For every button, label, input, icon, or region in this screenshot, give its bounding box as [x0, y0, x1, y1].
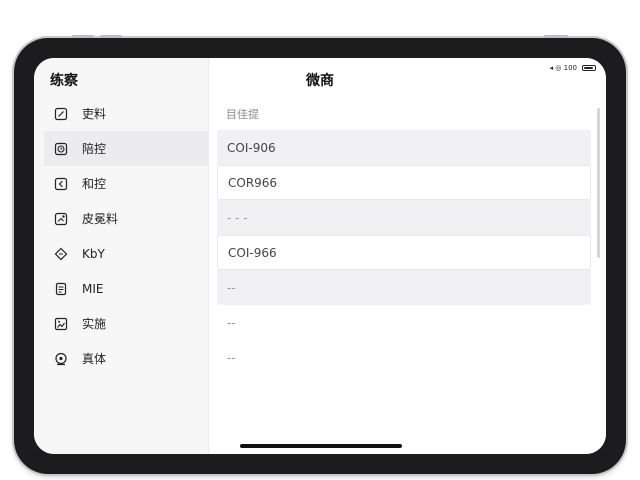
- status-indicators: ◂ ◎ 100: [549, 64, 577, 72]
- sidebar-item-label: KbY: [82, 246, 105, 261]
- sidebar-item-label: 吏料: [82, 107, 107, 121]
- value-list: COI-906 COR966 - - - COI-966 -- -- --: [217, 130, 591, 375]
- sidebar-item-5[interactable]: MIE: [44, 271, 208, 306]
- sidebar-item-label: MIE: [82, 281, 104, 296]
- tablet-screen: 练察 吏料 陪控 和控 皮冕料 KbY MIE 实施 真体 微商 目佳提 COI…: [34, 58, 606, 454]
- status-bar: ◂ ◎ 100: [550, 64, 596, 72]
- back-square-icon: [54, 177, 68, 191]
- list-item-value: --: [227, 315, 236, 330]
- list-item[interactable]: COI-906: [217, 130, 591, 165]
- image-frame-icon: [54, 317, 68, 331]
- sidebar-item-label: 和控: [82, 177, 107, 191]
- sidebar-item-label: 实施: [82, 317, 107, 331]
- sidebar-item-1[interactable]: 陪控: [44, 131, 208, 166]
- tag-edit-icon: [54, 212, 68, 226]
- list-item[interactable]: --: [217, 340, 591, 375]
- sidebar-item-label: 皮冕料: [82, 212, 119, 226]
- list-item[interactable]: --: [217, 305, 591, 340]
- volume-button: [72, 35, 94, 38]
- section-header: 目佳提: [226, 108, 259, 121]
- sidebar-item-7[interactable]: 真体: [44, 341, 208, 376]
- note-edit-icon: [54, 107, 68, 121]
- list-item[interactable]: - - -: [217, 200, 591, 235]
- sidebar-item-0[interactable]: 吏料: [44, 96, 208, 131]
- volume-button-2: [100, 35, 122, 38]
- sidebar: 练察 吏料 陪控 和控 皮冕料 KbY MIE 实施 真体: [34, 58, 209, 454]
- list-item-value: - - -: [227, 210, 248, 225]
- detail-pane: 微商 目佳提 COI-906 COR966 - - - COI-966 -- -…: [209, 58, 606, 454]
- diamond-icon: [54, 247, 68, 261]
- home-indicator[interactable]: [240, 444, 402, 448]
- list-item[interactable]: COI-966: [217, 235, 591, 270]
- clock-badge-icon: [54, 142, 68, 156]
- sidebar-list: 吏料 陪控 和控 皮冕料 KbY MIE 实施 真体: [44, 96, 208, 376]
- sidebar-item-2[interactable]: 和控: [44, 166, 208, 201]
- sidebar-item-4[interactable]: KbY: [44, 236, 208, 271]
- document-icon: [54, 282, 68, 296]
- target-icon: [54, 352, 68, 366]
- list-item-value: COI-906: [227, 140, 276, 155]
- sidebar-item-3[interactable]: 皮冕料: [44, 201, 208, 236]
- power-button: [544, 35, 568, 38]
- list-item[interactable]: COR966: [217, 165, 591, 200]
- list-item-value: --: [227, 350, 236, 365]
- list-item[interactable]: --: [217, 270, 591, 305]
- list-item-value: --: [227, 280, 236, 295]
- sidebar-item-label: 真体: [82, 352, 107, 366]
- sidebar-item-6[interactable]: 实施: [44, 306, 208, 341]
- scrollbar[interactable]: [597, 108, 600, 258]
- sidebar-item-label: 陪控: [82, 142, 107, 156]
- battery-icon: [582, 65, 596, 71]
- page-title: 微商: [306, 73, 334, 89]
- list-item-value: COI-966: [228, 245, 277, 260]
- list-item-value: COR966: [228, 175, 278, 190]
